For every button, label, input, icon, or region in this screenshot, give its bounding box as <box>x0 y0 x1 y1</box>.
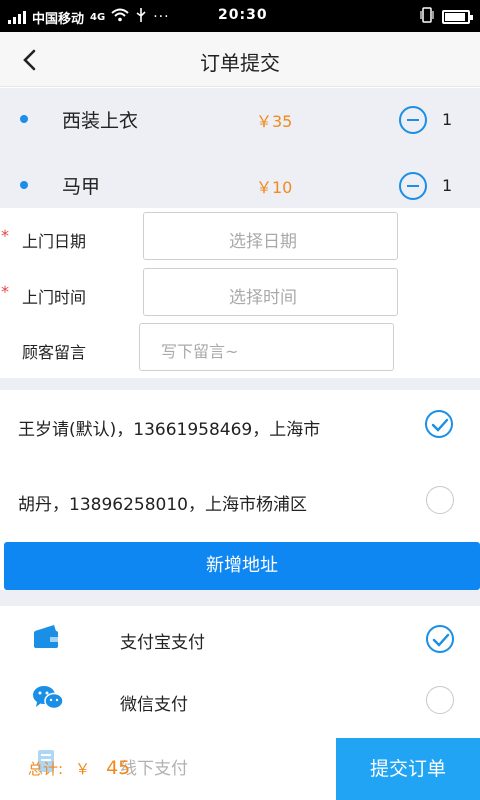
radio-unchecked-icon[interactable] <box>426 486 454 514</box>
item-price: ￥35 <box>256 112 293 131</box>
order-total: 总计: ￥ 45 <box>28 757 130 779</box>
title-bar: 订单提交 <box>0 32 480 87</box>
time-placeholder: 选择时间 <box>229 288 297 308</box>
network-type: 4G <box>90 11 106 23</box>
status-bar: 中国移动 4G ··· 20:30 <box>0 0 480 32</box>
carrier-name: 中国移动 <box>32 11 85 27</box>
order-item: 马甲 ￥10 1 <box>0 154 480 214</box>
payment-label: 支付宝支付 <box>120 633 205 653</box>
message-label: 顾客留言 <box>22 343 87 362</box>
radio-unchecked-icon[interactable] <box>426 686 454 714</box>
minus-button[interactable] <box>399 172 427 200</box>
section-divider <box>0 590 480 606</box>
section-divider <box>0 378 480 390</box>
time-row: * 上门时间 选择时间 <box>0 268 480 322</box>
address-text: 王岁请(默认)，13661958469，上海市 <box>18 420 321 440</box>
date-placeholder: 选择日期 <box>229 232 297 252</box>
time-picker[interactable]: 选择时间 <box>143 268 398 316</box>
message-input[interactable]: 写下留言~ <box>139 323 394 371</box>
address-option[interactable]: 胡丹，13896258010，上海市杨浦区 <box>0 465 480 540</box>
wifi-icon <box>111 8 129 26</box>
more-dots-icon: ··· <box>153 9 170 25</box>
add-address-button[interactable]: 新增地址 <box>4 542 480 590</box>
total-currency: ￥ <box>75 760 91 778</box>
item-quantity: 1 <box>442 110 453 129</box>
page-title: 订单提交 <box>200 51 280 75</box>
minus-button[interactable] <box>399 106 427 134</box>
item-name: 西装上衣 <box>62 110 139 132</box>
bullet-dot <box>20 181 28 189</box>
battery-icon <box>442 10 473 24</box>
service-form: * 上门日期 选择日期 * 上门时间 选择时间 顾客留言 写下留言~ <box>0 208 480 378</box>
radio-checked-icon[interactable] <box>426 625 454 653</box>
address-text: 胡丹，13896258010，上海市杨浦区 <box>18 495 307 515</box>
payment-option-alipay[interactable]: 支付宝支付 <box>0 608 480 670</box>
total-label: 总计: <box>28 760 64 778</box>
order-items-list: 西装上衣 ￥35 1 马甲 ￥10 1 <box>0 88 480 208</box>
order-item: 西装上衣 ￥35 1 <box>0 88 480 148</box>
date-row: * 上门日期 选择日期 <box>0 212 480 266</box>
vibrate-icon <box>420 7 434 27</box>
alipay-wallet-icon <box>32 622 62 652</box>
radio-checked-icon[interactable] <box>425 410 453 438</box>
message-row: 顾客留言 写下留言~ <box>0 323 480 377</box>
item-name: 马甲 <box>62 176 101 198</box>
wechat-icon <box>32 684 64 714</box>
message-placeholder: 写下留言~ <box>161 342 239 361</box>
item-price: ￥10 <box>256 178 293 197</box>
required-star-icon: * <box>1 226 9 245</box>
clock: 20:30 <box>218 7 268 23</box>
time-label: 上门时间 <box>22 288 87 307</box>
address-option[interactable]: 王岁请(默认)，13661958469，上海市 <box>0 390 480 465</box>
usb-icon <box>135 7 147 27</box>
payment-label: 微信支付 <box>120 695 188 715</box>
date-picker[interactable]: 选择日期 <box>143 212 398 260</box>
signal-icon <box>8 10 26 24</box>
address-list: 王岁请(默认)，13661958469，上海市 胡丹，13896258010，上… <box>0 390 480 540</box>
date-label: 上门日期 <box>22 232 87 251</box>
item-quantity: 1 <box>442 176 453 195</box>
total-value: 45 <box>106 757 131 779</box>
bullet-dot <box>20 115 28 123</box>
payment-option-wechat[interactable]: 微信支付 <box>0 670 480 732</box>
submit-order-button[interactable]: 提交订单 <box>336 738 480 800</box>
required-star-icon: * <box>1 282 9 301</box>
